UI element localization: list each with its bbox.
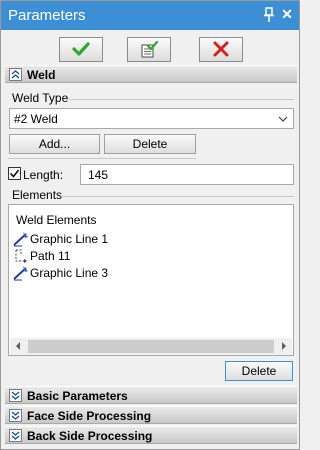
back-side-processing-section-header[interactable]: Back Side Processing (5, 426, 297, 444)
weld-section-header[interactable]: Weld (5, 65, 297, 83)
section-title: Back Side Processing (27, 429, 153, 443)
expand-chevron-icon (9, 389, 22, 402)
weld-type-value: #2 Weld (14, 112, 58, 126)
scroll-thumb[interactable] (28, 340, 274, 353)
section-title: Face Side Processing (27, 409, 152, 423)
divider (8, 158, 196, 159)
elements-list-header: Weld Elements (16, 213, 97, 227)
face-side-processing-section-header[interactable]: Face Side Processing (5, 406, 297, 424)
pin-icon[interactable] (263, 7, 275, 23)
collapse-chevron-icon (9, 68, 22, 81)
graphic-line-icon (13, 231, 29, 247)
weld-type-label: Weld Type (12, 91, 72, 105)
scroll-right-icon[interactable] (282, 342, 286, 350)
apply-button[interactable] (127, 37, 171, 62)
length-input[interactable]: 145 (80, 164, 294, 185)
title-bar: Parameters ✕ (1, 1, 299, 30)
add-button[interactable]: Add... (9, 134, 100, 154)
list-item-label: Graphic Line 1 (30, 232, 109, 246)
ok-button[interactable] (59, 37, 103, 62)
parameters-panel: Parameters ✕ Weld Weld Type #2 Weld Add.… (0, 0, 300, 450)
window-title: Parameters (8, 7, 86, 24)
list-item-label: Path 11 (30, 249, 71, 263)
basic-parameters-section-header[interactable]: Basic Parameters (5, 386, 297, 404)
expand-chevron-icon (9, 429, 22, 442)
path-icon (13, 248, 29, 264)
cancel-button[interactable] (199, 37, 243, 62)
divider (61, 196, 294, 197)
close-icon[interactable]: ✕ (280, 6, 294, 22)
divider (69, 99, 294, 100)
delete-element-button[interactable]: Delete (225, 361, 293, 381)
scroll-left-icon[interactable] (16, 342, 20, 350)
graphic-line-icon (13, 265, 29, 281)
expand-chevron-icon (9, 409, 22, 422)
horizontal-scrollbar[interactable] (10, 338, 292, 355)
elements-label: Elements (12, 188, 66, 202)
delete-weld-type-button[interactable]: Delete (104, 134, 196, 154)
list-item-label: Graphic Line 3 (30, 266, 109, 280)
weld-type-select[interactable]: #2 Weld (9, 108, 294, 129)
elements-list[interactable]: Weld Elements Graphic Line 1 Path 11 Gra… (8, 204, 294, 356)
section-title: Basic Parameters (27, 389, 128, 403)
length-label: Length: (23, 168, 64, 182)
chevron-down-icon (278, 113, 288, 123)
length-value: 145 (88, 168, 109, 182)
section-title: Weld (27, 68, 56, 82)
length-checkbox[interactable] (8, 167, 21, 180)
